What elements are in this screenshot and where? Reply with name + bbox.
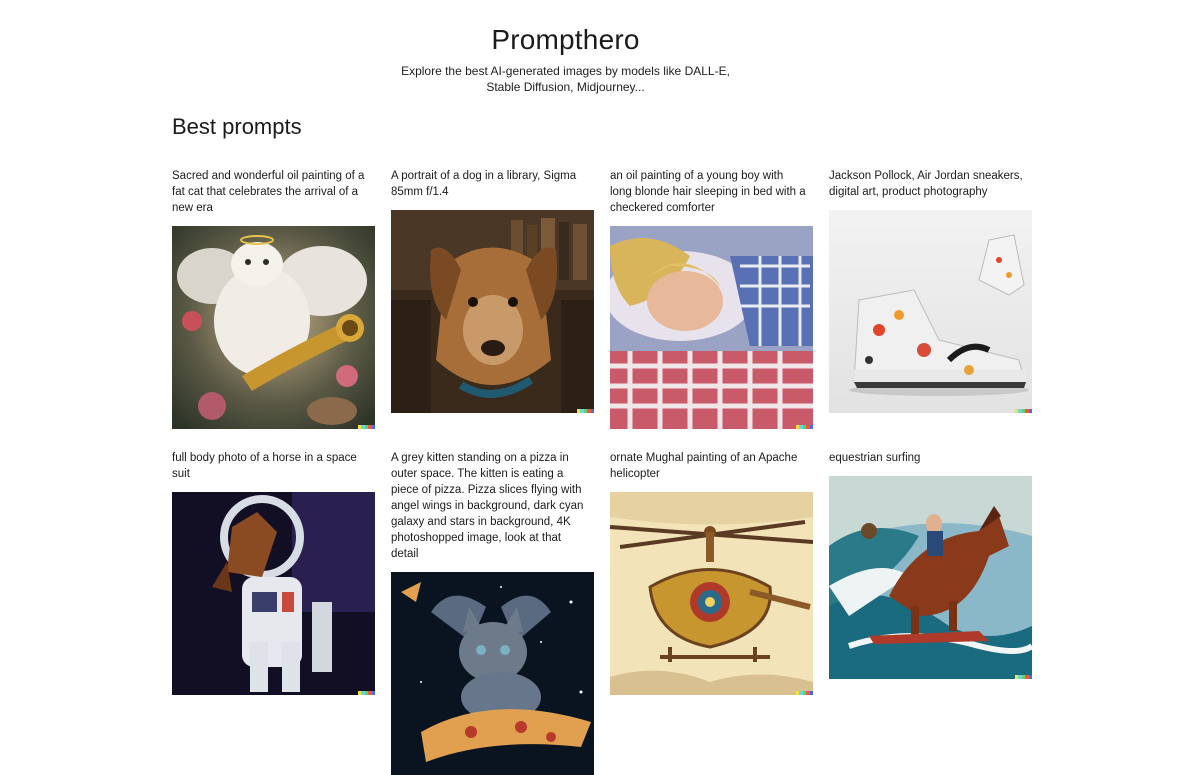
- prompt-image[interactable]: [829, 476, 1032, 679]
- dalle-watermark: [577, 409, 594, 413]
- prompt-image[interactable]: [172, 492, 375, 695]
- prompt-caption[interactable]: equestrian surfing: [829, 450, 1027, 466]
- prompt-card[interactable]: full body photo of a horse in a space su…: [172, 450, 375, 695]
- prompt-caption[interactable]: Jackson Pollock, Air Jordan sneakers, di…: [829, 168, 1027, 200]
- prompt-image[interactable]: [829, 210, 1032, 413]
- dalle-watermark: [358, 691, 375, 695]
- prompt-card[interactable]: Sacred and wonderful oil painting of a f…: [172, 168, 375, 429]
- prompt-caption[interactable]: Sacred and wonderful oil painting of a f…: [172, 168, 370, 216]
- section-title: Best prompts: [172, 114, 302, 139]
- prompt-card[interactable]: ornate Mughal painting of an Apache heli…: [610, 450, 813, 695]
- prompt-image[interactable]: [391, 210, 594, 413]
- prompt-image[interactable]: [610, 226, 813, 429]
- prompt-image[interactable]: [172, 226, 375, 429]
- prompt-card[interactable]: Jackson Pollock, Air Jordan sneakers, di…: [829, 168, 1032, 413]
- prompt-card[interactable]: equestrian surfing: [829, 450, 1032, 679]
- prompt-card[interactable]: A portrait of a dog in a library, Sigma …: [391, 168, 594, 413]
- site-title[interactable]: Prompthero: [0, 24, 1131, 56]
- dalle-watermark: [796, 425, 813, 429]
- prompt-card[interactable]: A grey kitten standing on a pizza in out…: [391, 450, 594, 775]
- dalle-watermark: [1015, 409, 1032, 413]
- prompt-image[interactable]: [391, 572, 594, 775]
- prompt-card[interactable]: an oil painting of a young boy with long…: [610, 168, 813, 429]
- prompt-caption[interactable]: A portrait of a dog in a library, Sigma …: [391, 168, 589, 200]
- prompt-caption[interactable]: ornate Mughal painting of an Apache heli…: [610, 450, 808, 482]
- prompt-image[interactable]: [610, 492, 813, 695]
- dalle-watermark: [358, 425, 375, 429]
- prompt-caption[interactable]: an oil painting of a young boy with long…: [610, 168, 808, 216]
- prompt-caption[interactable]: full body photo of a horse in a space su…: [172, 450, 370, 482]
- dalle-watermark: [1015, 675, 1032, 679]
- prompt-caption[interactable]: A grey kitten standing on a pizza in out…: [391, 450, 589, 562]
- dalle-watermark: [796, 691, 813, 695]
- site-subtitle: Explore the best AI-generated images by …: [401, 64, 730, 94]
